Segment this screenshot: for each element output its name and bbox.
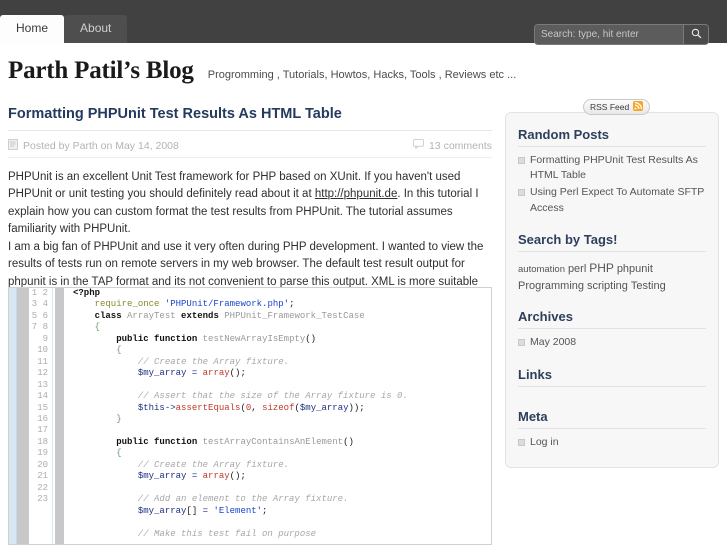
- widget-title-search-by-tags: Search by Tags!: [518, 232, 706, 252]
- list-item-label: Using Perl Expect To Automate SFTP Acces…: [530, 186, 705, 214]
- tag-programming[interactable]: Programming: [518, 280, 584, 292]
- list-item-label: May 2008: [530, 336, 577, 349]
- list-item[interactable]: Using Perl Expect To Automate SFTP Acces…: [518, 184, 706, 216]
- list-item[interactable]: May 2008: [518, 334, 706, 351]
- code-block[interactable]: 1 2 3 4 5 6 7 8 9 10 11 12 13 14 15 16 1…: [8, 287, 492, 545]
- nav-tab-home[interactable]: Home: [0, 15, 65, 43]
- document-icon: [8, 138, 18, 153]
- main-nav: Home About: [0, 15, 128, 43]
- rss-feed-label: RSS Feed: [590, 102, 630, 112]
- post-meta: Posted by Parth on May 14, 2008 13 comme…: [8, 138, 492, 158]
- widget-title-links: Links: [518, 367, 706, 387]
- code-gutter-gray-right: [53, 288, 64, 544]
- links-list-empty: [518, 392, 706, 394]
- code-line-numbers: 1 2 3 4 5 6 7 8 9 10 11 12 13 14 15 16 1…: [29, 288, 53, 544]
- comments-count[interactable]: 13 comments: [429, 140, 492, 152]
- code-gutter-gray-left: [17, 288, 29, 544]
- tag-phpunit[interactable]: phpunit: [617, 263, 653, 275]
- tag-php[interactable]: PHP: [589, 261, 614, 275]
- search-submit-button[interactable]: [683, 25, 708, 44]
- sidebar: Random Posts Formatting PHPUnit Test Res…: [505, 112, 719, 468]
- tag-perl[interactable]: perl: [568, 263, 586, 275]
- post-paragraph-1: PHPUnit is an excellent Unit Test framew…: [8, 169, 492, 239]
- tag-cloud: automation perl PHP phpunit Programming …: [518, 257, 706, 295]
- meta-list: Log in: [518, 434, 706, 451]
- search-input[interactable]: [535, 25, 683, 44]
- blog-tagline: Progromming , Tutorials, Howtos, Hacks, …: [207, 69, 517, 81]
- list-item[interactable]: Log in: [518, 434, 706, 451]
- nav-tab-about[interactable]: About: [64, 15, 128, 43]
- widget-meta: Meta Log in: [518, 409, 706, 451]
- list-item-label: Log in: [530, 435, 559, 448]
- widget-random-posts: Random Posts Formatting PHPUnit Test Res…: [518, 127, 706, 217]
- bullet-square-icon: [518, 157, 525, 164]
- code-source-lines[interactable]: <?php require_once 'PHPUnit/Framework.ph…: [64, 288, 491, 544]
- list-item-label: Formatting PHPUnit Test Results As HTML …: [530, 154, 698, 182]
- post-byline: Posted by Parth on May 14, 2008: [23, 139, 179, 152]
- widget-archives: Archives May 2008: [518, 309, 706, 351]
- rss-icon: [633, 101, 644, 113]
- search-icon: [691, 27, 702, 42]
- post-title[interactable]: Formatting PHPUnit Test Results As HTML …: [8, 105, 492, 131]
- bullet-square-icon: [518, 438, 525, 446]
- widget-title-random-posts: Random Posts: [518, 127, 706, 147]
- comment-bubble-icon: [413, 139, 424, 152]
- blog-title[interactable]: Parth Patil’s Blog: [8, 57, 194, 85]
- list-item[interactable]: Formatting PHPUnit Test Results As HTML …: [518, 152, 706, 184]
- widget-links: Links: [518, 367, 706, 394]
- widget-title-meta: Meta: [518, 409, 706, 429]
- phpunit-link[interactable]: http://phpunit.de: [315, 188, 397, 200]
- search-box: [534, 24, 709, 45]
- rss-feed-badge[interactable]: RSS Feed: [583, 99, 651, 115]
- code-gutter-accent: [9, 288, 17, 544]
- tag-testing[interactable]: Testing: [631, 280, 666, 292]
- archives-list: May 2008: [518, 334, 706, 351]
- tag-scripting[interactable]: scripting: [587, 280, 628, 292]
- brand-header: Parth Patil’s Blog Progromming , Tutoria…: [8, 57, 516, 85]
- widget-title-archives: Archives: [518, 309, 706, 330]
- widget-search-by-tags: Search by Tags! automation perl PHP phpu…: [518, 232, 706, 295]
- bullet-square-icon: [518, 339, 525, 347]
- random-posts-list: Formatting PHPUnit Test Results As HTML …: [518, 152, 706, 217]
- bullet-square-icon: [518, 189, 525, 197]
- tag-automation[interactable]: automation: [518, 264, 565, 275]
